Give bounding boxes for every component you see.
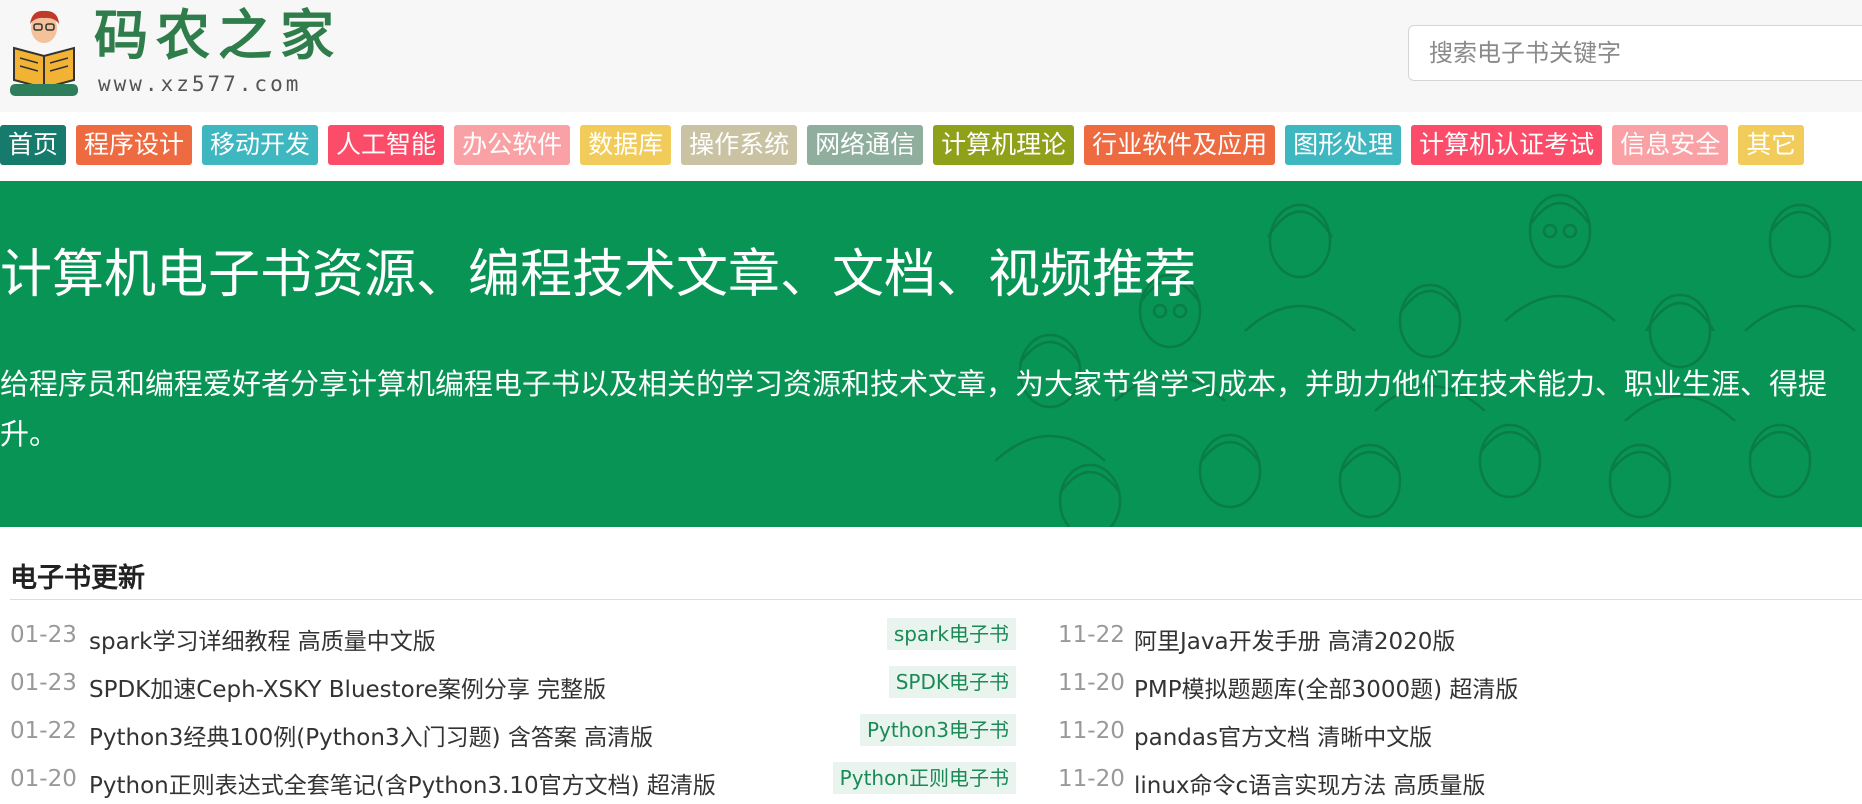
item-tag[interactable]: spark电子书 <box>886 618 1016 650</box>
nav-item-mobile-dev[interactable]: 移动开发 <box>202 125 319 165</box>
item-tag[interactable]: SPDK电子书 <box>888 666 1016 698</box>
section-divider <box>10 599 1862 600</box>
nav-item-security[interactable]: 信息安全 <box>1612 125 1729 165</box>
list-item: 01-23 spark学习详细教程 高质量中文版 spark电子书 <box>10 612 1016 660</box>
nav-item-database[interactable]: 数据库 <box>580 125 672 165</box>
ebook-list-left: 01-23 spark学习详细教程 高质量中文版 spark电子书 01-23 … <box>10 612 1016 804</box>
nav-item-graphics[interactable]: 图形处理 <box>1285 125 1402 165</box>
site-logo-title[interactable]: 码农之家 <box>94 8 342 62</box>
nav-item-operating-system[interactable]: 操作系统 <box>681 125 798 165</box>
search-input[interactable] <box>1408 25 1862 81</box>
item-date: 01-23 <box>10 622 77 648</box>
nav-item-cs-theory[interactable]: 计算机理论 <box>933 125 1075 165</box>
list-item: 11-20 PMP模拟题题库(全部3000题) 超清版 <box>1058 660 1862 708</box>
reading-person-logo-icon[interactable] <box>6 8 82 100</box>
list-item: 01-22 Python3经典100例(Python3入门习题) 含答案 高清版… <box>10 708 1016 756</box>
item-date: 11-20 <box>1058 670 1125 696</box>
item-title-link[interactable]: linux命令c语言实现方法 高质量版 <box>1134 766 1486 800</box>
people-illustration-icon <box>994 193 1856 527</box>
site-logo-url: www.xz577.com <box>98 72 302 96</box>
list-item: 01-20 Python正则表达式全套笔记(含Python3.10官方文档) 超… <box>10 756 1016 804</box>
nav-item-programming[interactable]: 程序设计 <box>76 125 193 165</box>
item-date: 11-20 <box>1058 718 1125 744</box>
category-nav: 首页 程序设计 移动开发 人工智能 办公软件 数据库 操作系统 网络通信 计算机… <box>0 125 1805 165</box>
item-tag[interactable]: Python正则电子书 <box>832 762 1016 794</box>
item-title-link[interactable]: spark学习详细教程 高质量中文版 <box>89 622 436 656</box>
item-title-link[interactable]: PMP模拟题题库(全部3000题) 超清版 <box>1134 670 1518 704</box>
nav-item-certification[interactable]: 计算机认证考试 <box>1411 125 1603 165</box>
hero-banner: 计算机电子书资源、编程技术文章、文档、视频推荐 给程序员和编程爱好者分享计算机编… <box>0 181 1862 527</box>
list-item: 11-22 阿里Java开发手册 高清2020版 <box>1058 612 1862 660</box>
nav-item-ai[interactable]: 人工智能 <box>328 125 445 165</box>
item-title-link[interactable]: Python正则表达式全套笔记(含Python3.10官方文档) 超清版 <box>89 766 716 800</box>
banner-title: 计算机电子书资源、编程技术文章、文档、视频推荐 <box>0 245 1197 305</box>
item-title-link[interactable]: Python3经典100例(Python3入门习题) 含答案 高清版 <box>89 718 653 752</box>
item-tag[interactable]: Python3电子书 <box>859 714 1016 746</box>
site-header: 码农之家 www.xz577.com <box>0 0 1862 112</box>
nav-item-home[interactable]: 首页 <box>0 125 67 165</box>
nav-item-networking[interactable]: 网络通信 <box>807 125 924 165</box>
item-date: 11-22 <box>1058 622 1125 648</box>
nav-item-office-software[interactable]: 办公软件 <box>454 125 571 165</box>
item-date: 01-20 <box>10 766 77 792</box>
item-date: 01-22 <box>10 718 77 744</box>
nav-item-other[interactable]: 其它 <box>1738 125 1805 165</box>
item-title-link[interactable]: 阿里Java开发手册 高清2020版 <box>1134 622 1455 656</box>
nav-item-industry-software[interactable]: 行业软件及应用 <box>1084 125 1276 165</box>
item-title-link[interactable]: SPDK加速Ceph-XSKY Bluestore案例分享 完整版 <box>89 670 606 704</box>
item-date: 01-23 <box>10 670 77 696</box>
ebook-list-right: 11-22 阿里Java开发手册 高清2020版 11-20 PMP模拟题题库(… <box>1058 612 1862 804</box>
item-title-link[interactable]: pandas官方文档 清晰中文版 <box>1134 718 1432 752</box>
list-item: 01-23 SPDK加速Ceph-XSKY Bluestore案例分享 完整版 … <box>10 660 1016 708</box>
list-item: 11-20 pandas官方文档 清晰中文版 <box>1058 708 1862 756</box>
item-date: 11-20 <box>1058 766 1125 792</box>
ebook-updates-title: 电子书更新 <box>10 563 145 594</box>
list-item: 11-20 linux命令c语言实现方法 高质量版 <box>1058 756 1862 804</box>
banner-description: 给程序员和编程爱好者分享计算机编程电子书以及相关的学习资源和技术文章，为大家节省… <box>0 367 1828 451</box>
